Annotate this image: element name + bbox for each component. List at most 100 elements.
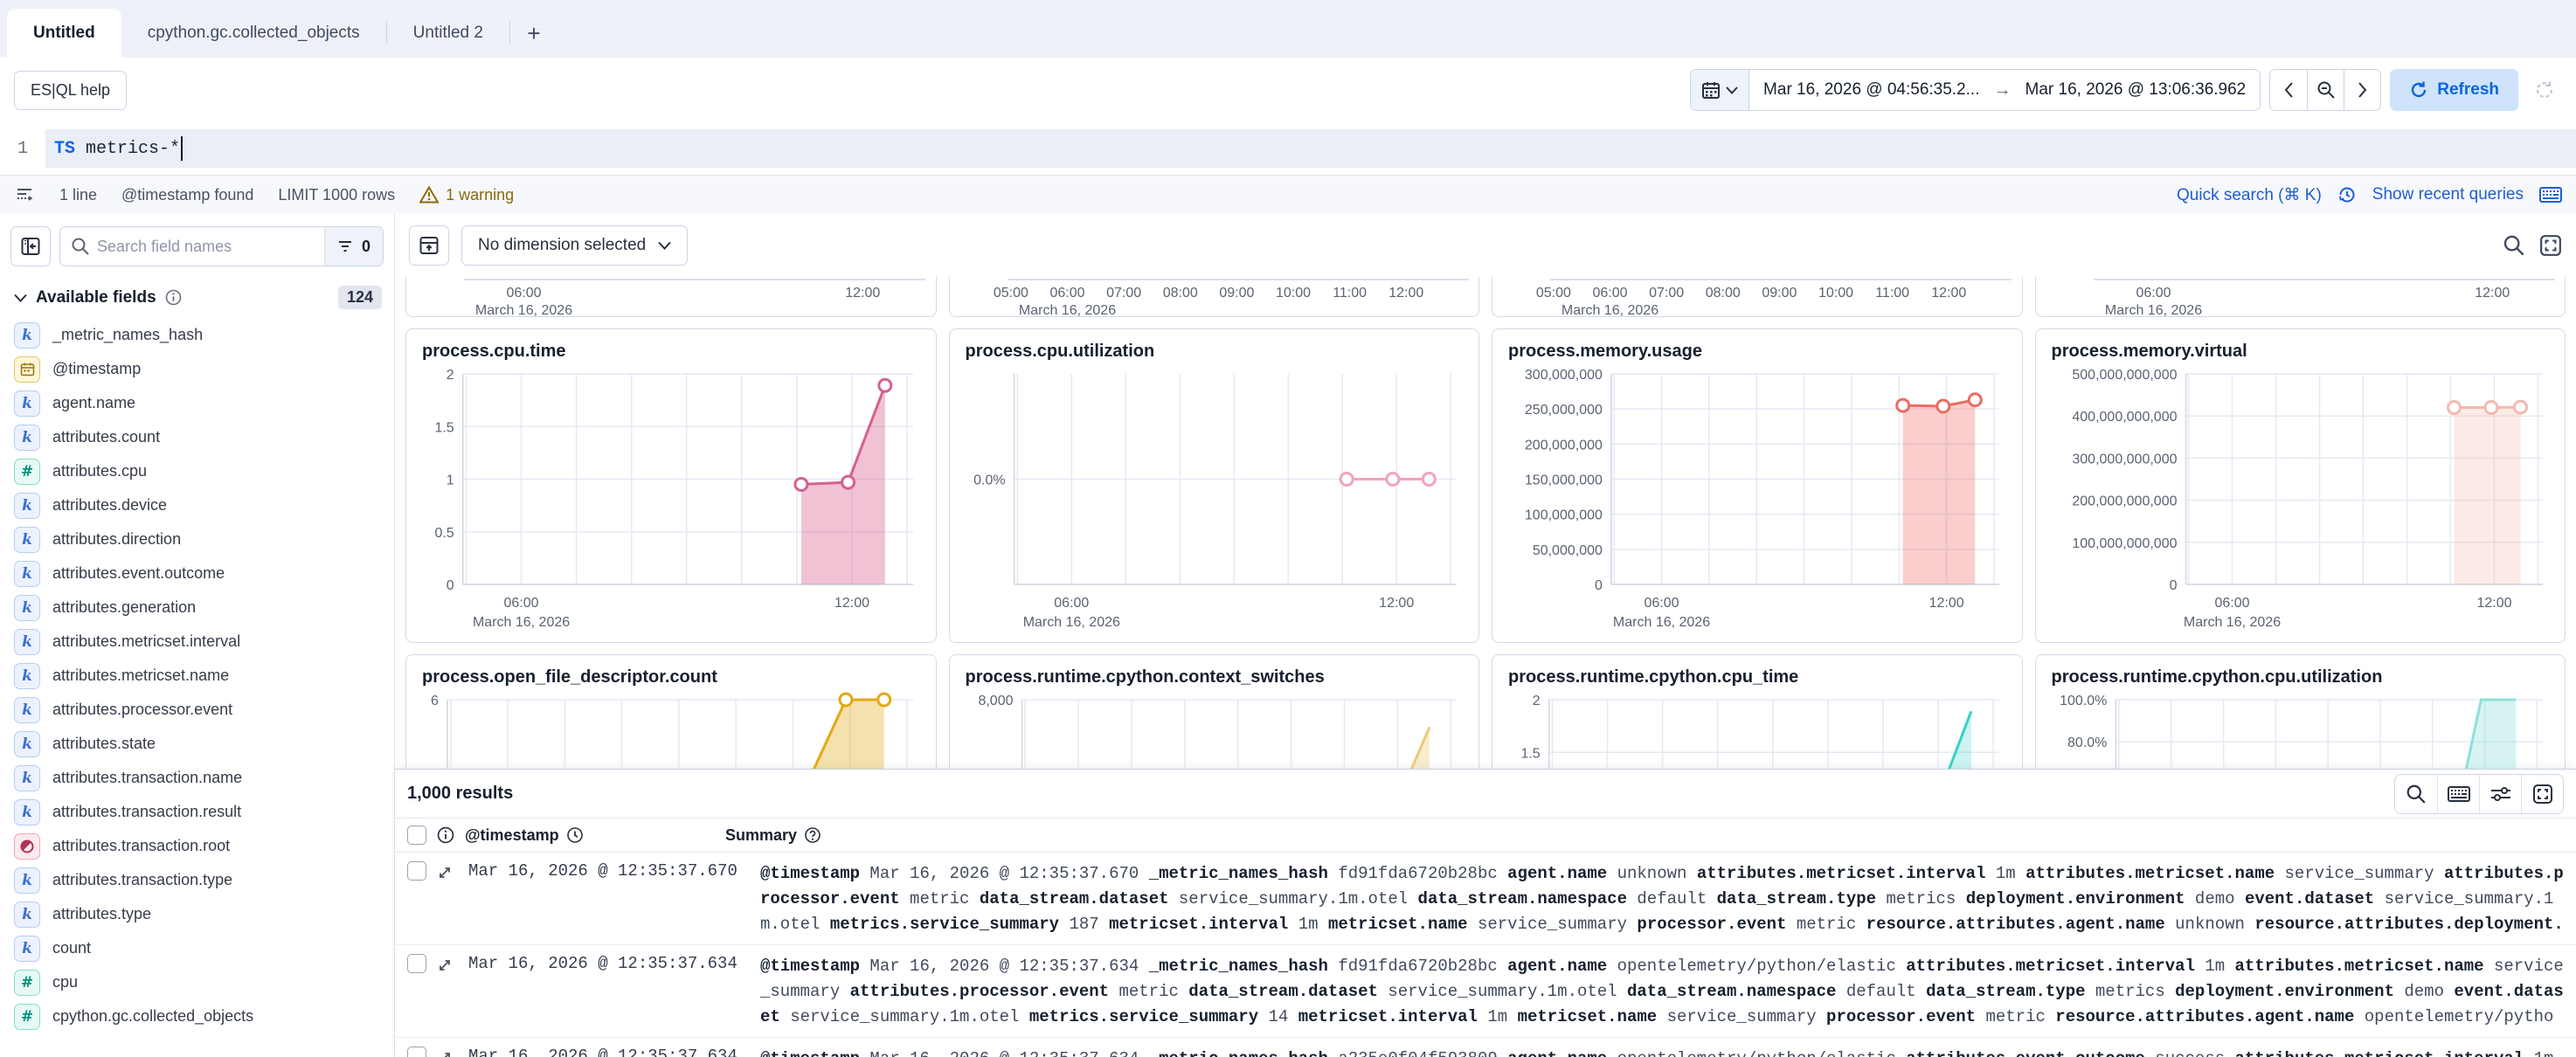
move-panel-button[interactable] xyxy=(409,225,449,266)
show-recent-queries-link[interactable]: Show recent queries xyxy=(2372,185,2524,204)
dimension-select-button[interactable]: No dimension selected xyxy=(461,225,688,266)
auto-refresh-button[interactable] xyxy=(2527,73,2562,107)
time-prev-button[interactable] xyxy=(2270,70,2307,110)
info-circle-icon[interactable] xyxy=(165,289,182,306)
svg-text:1: 1 xyxy=(447,473,454,488)
field-item[interactable]: kagent.name xyxy=(0,386,394,420)
keyword-field-type-icon: k xyxy=(14,322,40,349)
refresh-icon xyxy=(2409,80,2428,100)
results-keyboard-button[interactable] xyxy=(2437,775,2479,813)
charts-scroll-area[interactable]: 06:0012:00March 16, 202605:0006:0007:000… xyxy=(395,277,2576,769)
scrolled-chart-bottom: 05:0006:0007:0008:0009:0010:0011:0012:00… xyxy=(1492,277,2023,317)
keyword-field-type-icon: k xyxy=(14,765,40,791)
field-filter-button[interactable]: 0 xyxy=(324,227,383,266)
svg-text:March 16, 2026: March 16, 2026 xyxy=(475,303,572,317)
tab-cpython-gc-collected-objects[interactable]: cpython.gc.collected_objects xyxy=(121,9,386,58)
svg-text:100,000,000: 100,000,000 xyxy=(1525,508,1603,523)
chart-title: process.cpu.utilization xyxy=(966,342,1467,362)
field-item[interactable]: k_metric_names_hash xyxy=(0,318,394,352)
tab-untitled[interactable]: Untitled xyxy=(7,9,121,58)
query-line[interactable]: TS metrics-* xyxy=(45,129,2576,168)
field-name: attributes.state xyxy=(52,735,156,753)
editor-lines-icon[interactable] xyxy=(14,184,35,205)
table-row[interactable]: Mar 16, 2026 @ 12:35:37.634@timestamp Ma… xyxy=(395,1038,2576,1057)
row-checkbox[interactable] xyxy=(407,1047,426,1057)
add-tab-button[interactable]: + xyxy=(510,9,557,58)
svg-text:12:00: 12:00 xyxy=(1379,596,1414,611)
field-item[interactable]: kattributes.count xyxy=(0,420,394,454)
filter-count: 0 xyxy=(362,238,370,256)
row-checkbox[interactable] xyxy=(407,954,426,973)
number-field-type-icon: # xyxy=(14,459,40,485)
svg-text:0.0%: 0.0% xyxy=(973,473,1005,488)
chart-plot: 500,000,000,000400,000,000,000300,000,00… xyxy=(2048,365,2553,632)
field-item[interactable]: kattributes.transaction.name xyxy=(0,761,394,795)
expand-row-button[interactable] xyxy=(437,1047,458,1057)
field-item[interactable]: kattributes.metricset.name xyxy=(0,659,394,693)
warning-status[interactable]: 1 warning xyxy=(419,186,514,204)
row-checkbox[interactable] xyxy=(407,861,426,881)
calendar-menu-button[interactable] xyxy=(1691,70,1749,110)
esql-editor[interactable]: 1 TS metrics-* xyxy=(0,122,2576,175)
time-next-button[interactable] xyxy=(2344,70,2380,110)
tab-untitled-2[interactable]: Untitled 2 xyxy=(387,9,509,58)
field-item[interactable]: kattributes.event.outcome xyxy=(0,556,394,591)
search-icon xyxy=(71,237,90,256)
table-row[interactable]: Mar 16, 2026 @ 12:35:37.670@timestamp Ma… xyxy=(395,853,2576,945)
chart-search-icon[interactable] xyxy=(2503,234,2525,257)
summary-column-header[interactable]: Summary xyxy=(725,826,821,845)
fullscreen-icon[interactable] xyxy=(2539,234,2562,257)
svg-text:12:00: 12:00 xyxy=(834,596,869,611)
field-item[interactable]: kattributes.device xyxy=(0,488,394,522)
svg-text:12:00: 12:00 xyxy=(1929,596,1964,611)
refresh-button[interactable]: Refresh xyxy=(2390,69,2518,111)
svg-text:09:00: 09:00 xyxy=(1762,286,1797,301)
svg-text:05:00: 05:00 xyxy=(1536,286,1571,301)
scrolled-chart-bottom: 06:0012:00March 16, 2026 xyxy=(405,277,937,317)
field-item[interactable]: kattributes.direction xyxy=(0,522,394,556)
field-item[interactable]: kcount xyxy=(0,931,394,965)
date-to-button[interactable]: Mar 16, 2026 @ 13:06:36.962 xyxy=(2012,70,2261,110)
field-item[interactable]: kattributes.metricset.interval xyxy=(0,625,394,659)
field-item[interactable]: kattributes.transaction.result xyxy=(0,795,394,829)
expand-row-button[interactable] xyxy=(437,954,458,1030)
field-name: attributes.cpu xyxy=(52,462,147,480)
field-item[interactable]: attributes.transaction.root xyxy=(0,829,394,863)
history-clock-icon[interactable] xyxy=(2337,185,2357,204)
svg-text:06:00: 06:00 xyxy=(2214,596,2249,611)
sliders-icon xyxy=(2489,784,2512,804)
svg-text:06:00: 06:00 xyxy=(1054,596,1089,611)
field-item[interactable]: #cpython.gc.collected_objects xyxy=(0,999,394,1033)
results-search-button[interactable] xyxy=(2395,775,2437,813)
field-item[interactable]: kattributes.state xyxy=(0,727,394,761)
field-item[interactable]: kattributes.transaction.type xyxy=(0,863,394,897)
chart-card: process.memory.usage300,000,000250,000,0… xyxy=(1492,328,2023,643)
esql-help-button[interactable]: ES|QL help xyxy=(14,71,127,110)
field-item[interactable]: kattributes.type xyxy=(0,897,394,931)
keyboard-icon[interactable] xyxy=(2539,186,2562,204)
field-item[interactable]: #cpu xyxy=(0,965,394,999)
quick-search-link[interactable]: Quick search (⌘ K) xyxy=(2177,185,2322,205)
keyword-field-type-icon: k xyxy=(14,493,40,519)
available-fields-header[interactable]: Available fields 124 xyxy=(0,275,394,318)
chevron-down-icon xyxy=(1726,86,1738,94)
results-display-options-button[interactable] xyxy=(2479,775,2521,813)
timestamp-column-header[interactable]: @timestamp xyxy=(465,826,715,845)
field-item[interactable]: @timestamp xyxy=(0,352,394,386)
field-item[interactable]: kattributes.generation xyxy=(0,591,394,625)
svg-text:10:00: 10:00 xyxy=(1275,286,1310,301)
field-search-input[interactable] xyxy=(90,238,324,256)
table-row[interactable]: Mar 16, 2026 @ 12:35:37.634@timestamp Ma… xyxy=(395,945,2576,1038)
time-zoom-out-button[interactable] xyxy=(2307,70,2344,110)
info-circle-icon[interactable] xyxy=(437,826,454,844)
field-item[interactable]: kattributes.processor.event xyxy=(0,693,394,727)
results-fullscreen-button[interactable] xyxy=(2521,775,2563,813)
select-all-checkbox[interactable] xyxy=(407,826,426,845)
field-item[interactable]: # attributes.cpu xyxy=(0,454,394,488)
scrolled-chart-bottom: 06:0012:00March 16, 2026 xyxy=(2035,277,2566,317)
svg-text:March 16, 2026: March 16, 2026 xyxy=(1018,303,1115,317)
expand-row-button[interactable] xyxy=(437,861,458,937)
collapse-sidebar-button[interactable] xyxy=(10,226,51,266)
date-from-button[interactable]: Mar 16, 2026 @ 04:56:35.2... xyxy=(1749,70,1993,110)
clock-icon xyxy=(566,826,584,844)
